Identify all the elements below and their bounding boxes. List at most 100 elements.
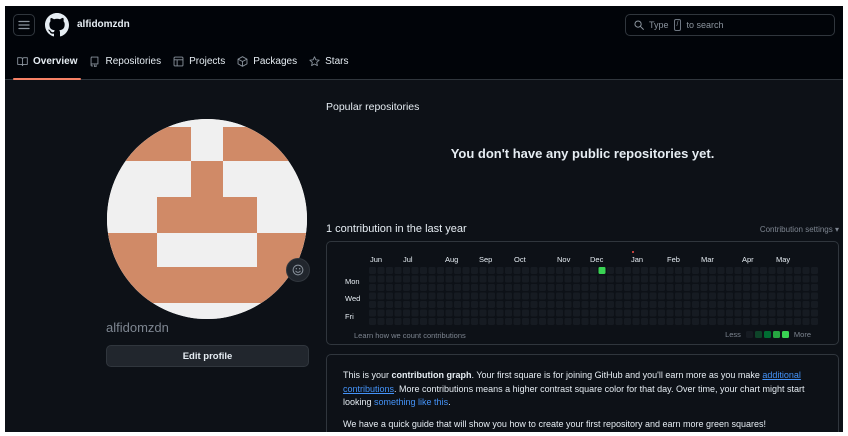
contribution-day-cell[interactable] — [564, 301, 572, 308]
contribution-day-cell[interactable] — [675, 292, 682, 300]
contribution-day-cell[interactable] — [598, 309, 606, 317]
contribution-day-cell[interactable] — [641, 284, 648, 291]
contribution-day-cell[interactable] — [726, 267, 733, 274]
contribution-day-cell[interactable] — [462, 275, 470, 283]
contribution-day-cell[interactable] — [513, 275, 521, 283]
contribution-day-cell[interactable] — [513, 284, 521, 291]
contribution-day-cell[interactable] — [802, 309, 810, 317]
contribution-day-cell[interactable] — [666, 301, 674, 308]
contribution-day-cell[interactable] — [479, 292, 487, 300]
contribution-day-cell[interactable] — [530, 267, 538, 274]
contribution-day-cell[interactable] — [649, 267, 657, 274]
contribution-day-cell[interactable] — [751, 309, 759, 317]
contribution-day-cell[interactable] — [437, 275, 444, 283]
contribution-day-cell[interactable] — [700, 309, 708, 317]
contribution-day-cell[interactable] — [811, 318, 818, 325]
contribution-day-cell[interactable] — [471, 301, 478, 308]
contribution-day-cell[interactable] — [445, 301, 453, 308]
contribution-day-cell[interactable] — [666, 284, 674, 291]
contribution-day-cell[interactable] — [717, 318, 725, 325]
contribution-day-cell[interactable] — [581, 275, 589, 283]
contribution-day-cell[interactable] — [734, 309, 742, 317]
contribution-day-cell[interactable] — [377, 318, 385, 325]
contribution-day-cell[interactable] — [615, 318, 623, 325]
contribution-day-cell[interactable] — [581, 309, 589, 317]
contribution-day-cell[interactable] — [666, 318, 674, 325]
contribution-day-cell[interactable] — [556, 318, 563, 325]
contribution-day-cell[interactable] — [658, 275, 665, 283]
contribution-day-cell[interactable] — [496, 292, 504, 300]
contribution-day-cell[interactable] — [394, 284, 402, 291]
contribution-day-cell[interactable] — [403, 301, 410, 308]
contribution-day-cell[interactable] — [760, 318, 767, 325]
contribution-day-cell[interactable] — [522, 292, 529, 300]
contribution-day-cell[interactable] — [624, 267, 631, 274]
contribution-day-cell[interactable] — [641, 275, 648, 283]
contribution-day-cell[interactable] — [615, 284, 623, 291]
contribution-day-cell[interactable] — [488, 284, 495, 291]
contribution-day-cell[interactable] — [734, 267, 742, 274]
contribution-day-cell[interactable] — [743, 284, 750, 291]
contribution-day-cell[interactable] — [683, 275, 691, 283]
contribution-day-cell[interactable] — [496, 275, 504, 283]
contribution-day-cell[interactable] — [445, 309, 453, 317]
contribution-day-cell[interactable] — [743, 275, 750, 283]
contribution-day-cell[interactable] — [428, 292, 436, 300]
contribution-day-cell[interactable] — [598, 292, 606, 300]
contribution-day-cell[interactable] — [777, 318, 784, 325]
contribution-day-cell[interactable] — [530, 309, 538, 317]
contribution-day-cell[interactable] — [700, 275, 708, 283]
contribution-day-cell[interactable] — [794, 292, 801, 300]
search-input[interactable]: Type / to search — [625, 14, 835, 36]
contribution-day-cell[interactable] — [692, 275, 699, 283]
contribution-day-cell[interactable] — [377, 301, 385, 308]
contribution-day-cell[interactable] — [394, 318, 402, 325]
contribution-day-cell[interactable] — [683, 318, 691, 325]
tab-overview[interactable]: Overview — [13, 48, 85, 80]
contribution-day-cell[interactable] — [598, 275, 606, 283]
contribution-day-cell[interactable] — [411, 275, 419, 283]
contribution-day-cell[interactable] — [607, 301, 614, 308]
contribution-day-cell[interactable] — [547, 301, 555, 308]
contribution-day-cell[interactable] — [658, 318, 665, 325]
contribution-day-cell[interactable] — [590, 309, 597, 317]
contribution-day-cell[interactable] — [590, 292, 597, 300]
contribution-day-cell[interactable] — [785, 284, 793, 291]
contribution-day-cell[interactable] — [573, 301, 580, 308]
contribution-day-cell[interactable] — [462, 318, 470, 325]
contribution-day-cell[interactable] — [369, 284, 376, 291]
contribution-day-cell[interactable] — [692, 292, 699, 300]
contribution-day-cell[interactable] — [641, 318, 648, 325]
contribution-day-cell[interactable] — [760, 267, 767, 274]
contribution-day-cell[interactable] — [675, 301, 682, 308]
contribution-day-cell[interactable] — [496, 284, 504, 291]
contribution-day-cell[interactable] — [428, 318, 436, 325]
contribution-day-cell[interactable] — [675, 309, 682, 317]
contribution-day-cell[interactable] — [726, 275, 733, 283]
contribution-day-cell[interactable] — [802, 318, 810, 325]
contribution-day-cell[interactable] — [437, 309, 444, 317]
contribution-day-cell[interactable] — [386, 275, 393, 283]
contribution-day-cell[interactable] — [496, 301, 504, 308]
contribution-day-cell[interactable] — [386, 292, 393, 300]
contribution-day-cell[interactable] — [471, 292, 478, 300]
contribution-day-cell[interactable] — [811, 301, 818, 308]
contribution-day-cell[interactable] — [743, 301, 750, 308]
contribution-day-cell[interactable] — [760, 309, 767, 317]
contribution-day-cell[interactable] — [624, 301, 631, 308]
contribution-day-cell[interactable] — [454, 292, 461, 300]
contribution-day-cell[interactable] — [777, 301, 784, 308]
contribution-day-cell[interactable] — [590, 275, 597, 283]
contribution-day-cell[interactable] — [462, 292, 470, 300]
contribution-day-cell[interactable] — [726, 284, 733, 291]
contribution-day-cell[interactable] — [717, 292, 725, 300]
contribution-day-cell[interactable] — [751, 275, 759, 283]
contribution-day-cell[interactable] — [539, 284, 546, 291]
contribution-day-cell[interactable] — [505, 309, 512, 317]
contribution-day-cell[interactable] — [768, 267, 776, 274]
contribution-day-cell[interactable] — [437, 284, 444, 291]
contribution-day-cell[interactable] — [369, 292, 376, 300]
contribution-day-cell[interactable] — [785, 292, 793, 300]
contribution-day-cell[interactable] — [445, 284, 453, 291]
contribution-day-cell[interactable] — [811, 284, 818, 291]
